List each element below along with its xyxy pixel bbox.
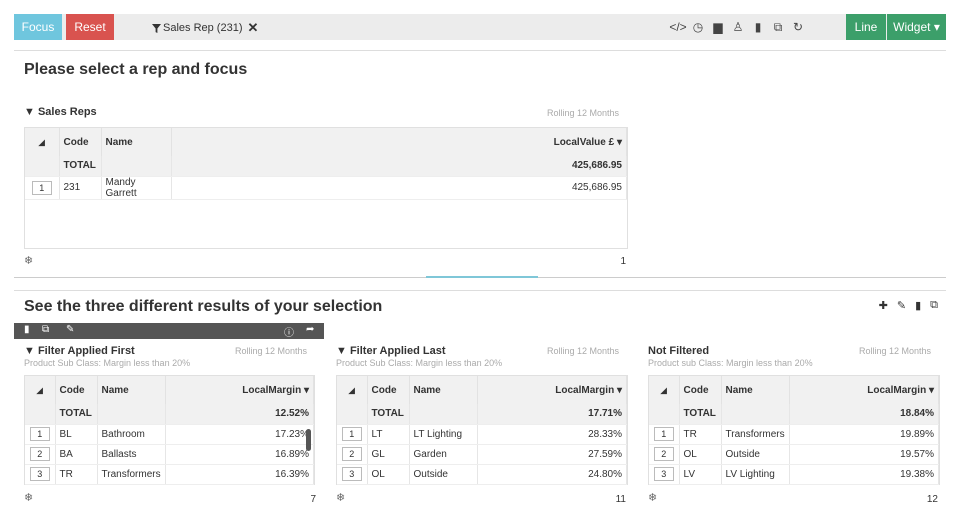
scrollbar[interactable] [306,429,311,451]
trash-icon[interactable]: ▮ [915,299,921,312]
rolling-label: Rolling 12 Months [547,108,620,118]
sort-icon[interactable]: ◢ [337,376,368,404]
filter-icon [152,23,161,33]
filter-icon: ▼ [24,345,38,357]
grid-note: Product Sub Class: Margin less than 20% [24,358,191,368]
table-row[interactable]: 2 GL Garden 27.59% [337,444,627,465]
settings-icon[interactable]: ❄ [336,491,345,504]
table-row[interactable]: 3 OL Outside 24.80% [337,464,627,485]
data-table: ◢ Code Name LocalMargin ▾ TOTAL 17.71% 1 … [337,376,627,485]
column-header-name[interactable]: Name [101,128,172,156]
table-row[interactable]: 1 231 Mandy Garrett 425,686.95 [25,176,627,200]
column-header-name[interactable]: Name [409,376,478,404]
sort-icon[interactable]: ◢ [25,128,60,156]
line-button[interactable]: Line [846,14,886,40]
bottom-panel: See the three different results of your … [14,290,946,516]
rolling-label: Rolling 12 Months [859,346,932,356]
copy-icon[interactable]: ⧉ [42,324,49,335]
widget-dropdown[interactable]: Widget ▾ [887,14,946,40]
rolling-label: Rolling 12 Months [235,346,308,356]
column-header-name[interactable]: Name [97,376,166,404]
grid-note: Product sub Class: Margin less than 20% [648,358,813,368]
edit-icon[interactable]: ✎ [897,299,906,312]
filter-tag-label: Sales Rep (231) [163,22,243,34]
table-row[interactable]: 3 LV LV Lighting 19.38% [649,464,940,485]
refresh-icon[interactable]: ↻ [788,18,808,36]
widget-action-bar: ▮ ⧉ ✎ ⓘ ➦ [14,323,324,339]
settings-icon[interactable]: ❄ [24,254,33,267]
chevron-down-icon[interactable]: ▾ [617,137,622,148]
table-row[interactable]: 1 LT LT Lighting 28.33% [337,424,627,445]
table-row[interactable]: 1 BL Bathroom 17.23% [25,424,315,445]
share-icon[interactable]: ➦ [306,324,314,335]
top-panel: Please select a rep and focus ▼ Sales Re… [14,50,946,278]
column-header-code[interactable]: Code [55,376,98,404]
trash-icon[interactable]: ▮ [748,18,768,36]
row-count: 11 [615,494,626,505]
row-count: 7 [310,494,316,505]
panel-actions: ✚ ✎ ▮ ⧉ [879,299,938,312]
column-header-code[interactable]: Code [367,376,410,404]
settings-icon[interactable]: ❄ [648,491,657,504]
column-header-value[interactable]: LocalMargin ▾ [477,376,627,404]
users-icon[interactable]: ♙ [728,18,748,36]
edit-icon[interactable]: ✎ [66,324,74,335]
clock-icon[interactable]: ◷ [688,18,708,36]
tab-indicator [426,276,538,278]
copy-icon[interactable]: ⧉ [768,18,788,36]
table-row[interactable]: 1 TR Transformers 19.89% [649,424,940,445]
sales-reps-table: ◢ Code Name LocalValue £ ▾ TOTAL 425,686… [25,128,627,200]
column-header-code[interactable]: Code [679,376,722,404]
rolling-label: Rolling 12 Months [547,346,620,356]
total-row: TOTAL 17.71% [337,404,627,425]
total-row: TOTAL 425,686.95 [25,156,627,177]
total-row: TOTAL 18.84% [649,404,940,425]
grid-note: Product Sub Class: Margin less than 20% [336,358,503,368]
chevron-down-icon: ▾ [303,384,309,396]
row-count: 1 [620,256,626,267]
focus-button[interactable]: Focus [14,14,62,40]
grid-title: Not Filtered [648,345,710,357]
filter-icon: ▼ [24,106,38,118]
sort-icon[interactable]: ◢ [25,376,56,404]
trash-icon[interactable]: ▮ [24,324,30,335]
sort-icon[interactable]: ◢ [649,376,680,404]
row-count: 12 [926,494,938,505]
info-icon[interactable]: ⓘ [284,324,294,339]
data-table: ◢ Code Name LocalMargin ▾ TOTAL 12.52% 1 … [25,376,315,485]
table-row[interactable]: 2 OL Outside 19.57% [649,444,940,465]
column-header-name[interactable]: Name [721,376,790,404]
toolbar: Focus Reset Sales Rep (231) ✕ </> ◷ ▆ ♙ … [14,14,946,40]
remove-filter-icon[interactable]: ✕ [248,20,259,36]
panel-title: See the three different results of your … [24,298,383,315]
chevron-down-icon: ▾ [616,384,622,396]
data-table: ◢ Code Name LocalMargin ▾ TOTAL 18.84% 1 … [649,376,940,485]
copy-icon[interactable]: ⧉ [930,299,938,312]
chevron-down-icon: ▾ [928,384,934,396]
table-row[interactable]: 2 BA Ballasts 16.89% [25,444,315,465]
column-header-value[interactable]: LocalValue £ ▾ [171,128,627,156]
grid-title: ▼ Filter Applied First [24,345,135,357]
reset-button[interactable]: Reset [66,14,114,40]
filter-tag: Sales Rep (231) ✕ [152,20,258,36]
column-header-code[interactable]: Code [59,128,102,156]
total-row: TOTAL 12.52% [25,404,315,425]
panel-title: Please select a rep and focus [24,61,248,78]
column-header-value[interactable]: LocalMargin ▾ [165,376,315,404]
grid-title: ▼ Filter Applied Last [336,345,446,357]
grid-title: ▼ Sales Reps [24,106,97,118]
print-icon[interactable]: ▆ [708,18,728,36]
code-icon[interactable]: </> [668,18,688,36]
table-row[interactable]: 3 TR Transformers 16.39% [25,464,315,485]
add-icon[interactable]: ✚ [879,299,888,312]
filter-icon: ▼ [336,345,350,357]
tool-icons: </> ◷ ▆ ♙ ▮ ⧉ ↻ [668,18,808,36]
column-header-value[interactable]: LocalMargin ▾ [789,376,940,404]
settings-icon[interactable]: ❄ [24,491,33,504]
